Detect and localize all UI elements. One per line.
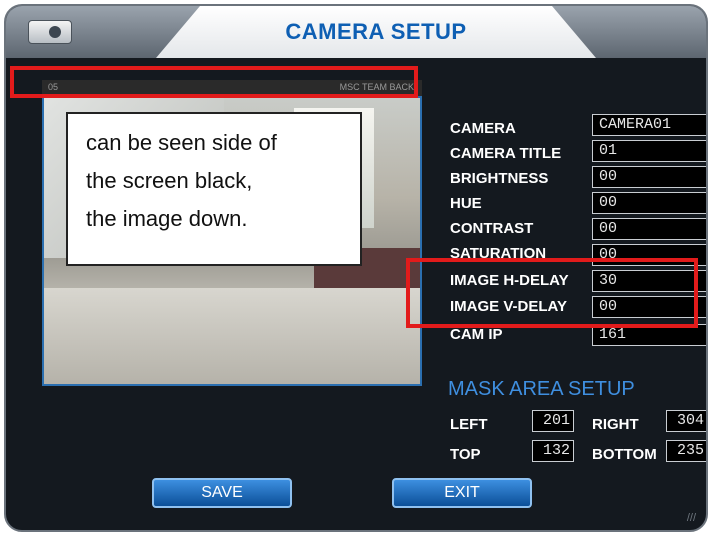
camera-field[interactable]: CAMERA01 <box>592 114 706 136</box>
mask-left-field[interactable]: 201 <box>532 410 574 432</box>
brightness-field[interactable]: 00 <box>592 166 706 188</box>
header-bar: CAMERA SETUP <box>6 6 706 58</box>
save-button[interactable]: SAVE <box>152 478 292 508</box>
exit-button[interactable]: EXIT <box>392 478 532 508</box>
resize-grip-icon: /// <box>686 512 696 524</box>
brightness-label: BRIGHTNESS <box>450 170 549 187</box>
annotation-line-3: the image down. <box>86 206 248 231</box>
hue-field[interactable]: 00 <box>592 192 706 214</box>
mask-top-label: TOP <box>450 446 481 463</box>
annotation-line-1: can be seen side of <box>86 130 277 155</box>
contrast-label: CONTRAST <box>450 220 534 237</box>
contrast-field[interactable]: 00 <box>592 218 706 240</box>
mask-bottom-label: BOTTOM <box>592 446 657 463</box>
page-title: CAMERA SETUP <box>285 19 467 44</box>
highlight-box-top-strip <box>10 66 418 98</box>
camera-title-label: CAMERA TITLE <box>450 145 562 162</box>
highlight-box-delay-fields <box>406 258 698 328</box>
hue-label: HUE <box>450 195 482 212</box>
mask-bottom-field[interactable]: 235 <box>666 440 706 462</box>
mask-right-label: RIGHT <box>592 416 639 433</box>
mask-top-field[interactable]: 132 <box>532 440 574 462</box>
annotation-note: can be seen side of the screen black, th… <box>66 112 362 266</box>
annotation-line-2: the screen black, <box>86 168 253 193</box>
preview-floor <box>44 288 420 384</box>
camera-label: CAMERA <box>450 120 516 137</box>
cam-ip-label: CAM IP <box>450 326 503 343</box>
mask-right-field[interactable]: 304 <box>666 410 706 432</box>
camera-icon <box>28 20 72 44</box>
camera-title-field[interactable]: 01 <box>592 140 706 162</box>
mask-left-label: LEFT <box>450 416 488 433</box>
mask-area-title: MASK AREA SETUP <box>448 378 635 400</box>
